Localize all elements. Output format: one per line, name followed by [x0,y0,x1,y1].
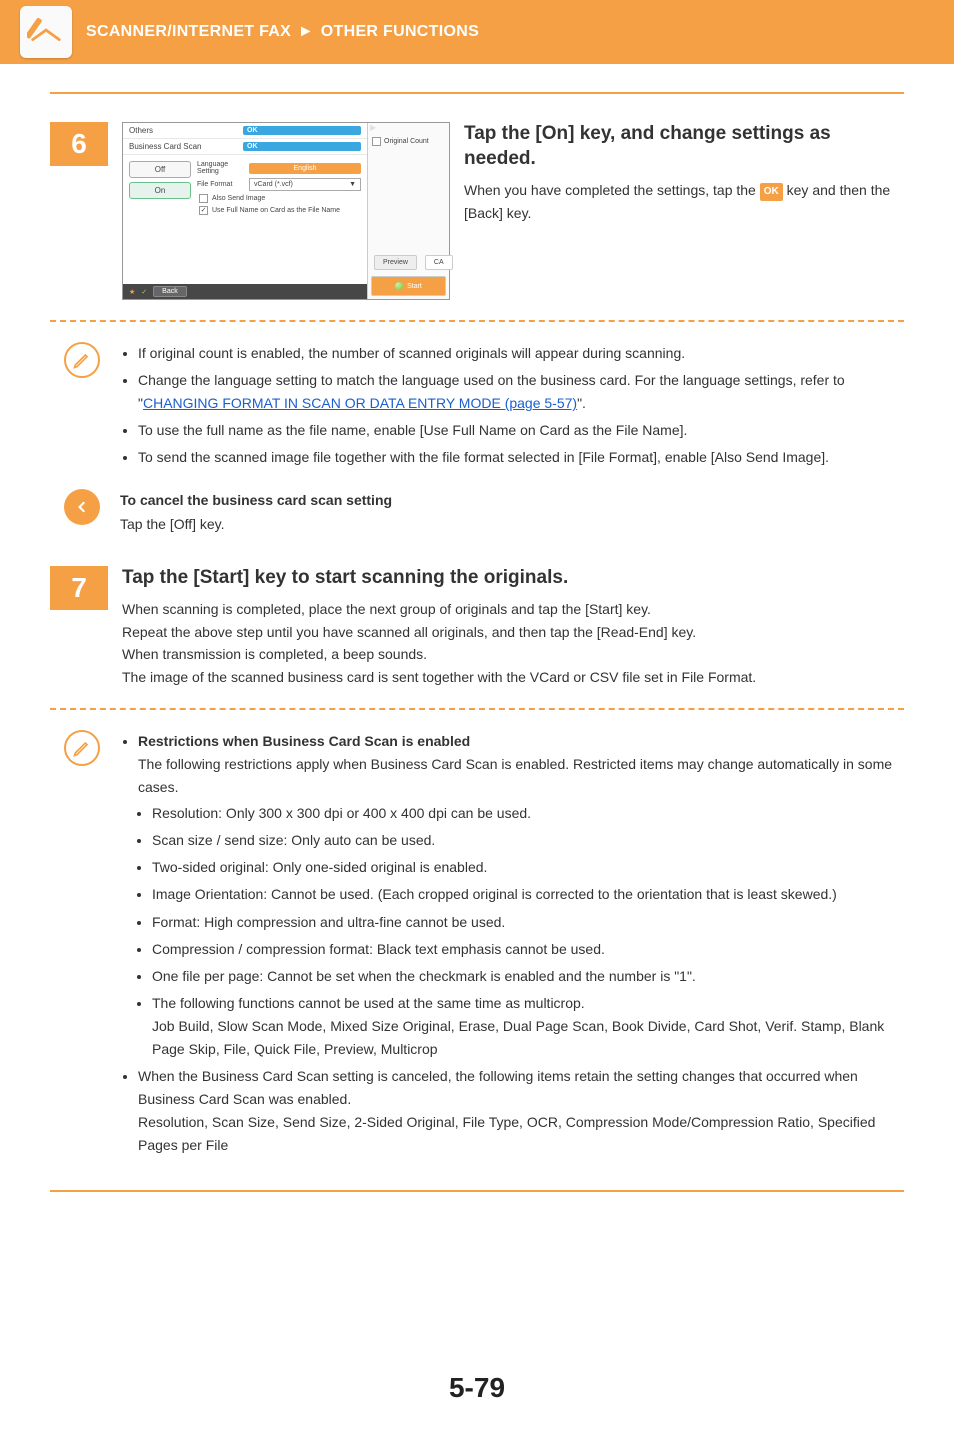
expand-arrow-icon[interactable]: ▶ [368,123,449,132]
step6-heading: Tap the [On] key, and change settings as… [464,122,904,171]
pencil-icon [64,730,100,766]
file-format-select[interactable]: vCard (*.vcf)▼ [249,178,361,191]
check-icon: ✓ [141,288,147,296]
note-item: To use the full name as the file name, e… [138,419,904,442]
ok-badge[interactable]: OK [243,126,361,135]
restriction-item: Scan size / send size: Only auto can be … [152,829,904,852]
step7-heading: Tap the [Start] key to start scanning th… [122,566,904,591]
preview-button[interactable]: Preview [374,255,417,270]
ok-badge-2[interactable]: OK [243,142,361,151]
pencil-icon [64,342,100,378]
step-number-6: 6 [50,122,108,166]
dashed-divider-2 [50,708,904,710]
also-send-image-label: Also Send Image [212,195,265,202]
breadcrumb-separator: ► [296,23,316,40]
start-button[interactable]: Start [371,276,446,296]
language-setting-button[interactable]: English [249,163,361,174]
note-item: Change the language setting to match the… [138,369,904,415]
step-6: 6 Others OK Business Card Scan OK Off On [50,122,904,300]
breadcrumb-right[interactable]: OTHER FUNCTIONS [321,23,479,40]
ca-button[interactable]: CA [425,255,453,270]
note-block-2: Restrictions when Business Card Scan is … [50,730,904,1162]
link-changing-format[interactable]: CHANGING FORMAT IN SCAN OR DATA ENTRY MO… [143,395,577,411]
restrictions-title: Restrictions when Business Card Scan is … [138,733,470,749]
restriction-item: One file per page: Cannot be set when th… [152,965,904,988]
restrictions-intro: The following restrictions apply when Bu… [138,753,904,799]
restrictions-block: Restrictions when Business Card Scan is … [138,730,904,1061]
star-icon[interactable]: ★ [129,288,135,296]
page-header: SCANNER/INTERNET FAX ► OTHER FUNCTIONS [0,0,954,64]
step7-body: When scanning is completed, place the ne… [122,598,904,688]
full-name-checkbox[interactable] [199,206,208,215]
cancel-note-body: Tap the [Off] key. [120,513,904,536]
ui-subtitle: Business Card Scan [129,142,239,151]
page-number: 5-79 [50,1372,904,1404]
language-setting-label: Language Setting [197,161,245,175]
screen-mock-step6: Others OK Business Card Scan OK Off On L… [122,122,450,300]
also-send-image-checkbox[interactable] [199,194,208,203]
restriction-item: Resolution: Only 300 x 300 dpi or 400 x … [152,802,904,825]
back-button[interactable]: Back [153,286,187,297]
dashed-divider [50,320,904,322]
note-item: If original count is enabled, the number… [138,342,904,365]
restriction-item: Image Orientation: Cannot be used. (Each… [152,883,904,906]
divider [50,92,904,94]
on-button[interactable]: On [129,182,191,199]
start-indicator-icon [395,282,403,290]
full-name-label: Use Full Name on Card as the File Name [212,207,340,214]
ui-title-others: Others [129,126,239,135]
original-count-checkbox[interactable] [372,137,381,146]
step6-body: When you have completed the settings, ta… [464,179,904,224]
original-count-label: Original Count [384,138,429,145]
back-arrow-icon [64,489,100,525]
restriction-item: Format: High compression and ultra-fine … [152,911,904,934]
divider-bottom [50,1190,904,1192]
off-button[interactable]: Off [129,161,191,178]
breadcrumb-left[interactable]: SCANNER/INTERNET FAX [86,23,291,40]
step-number-7: 7 [50,566,108,610]
cancel-note: To cancel the business card scan setting… [50,489,904,535]
restriction-item: The following functions cannot be used a… [152,992,904,1061]
file-format-label: File Format [197,181,245,188]
restriction-item: Two-sided original: Only one-sided origi… [152,856,904,879]
cancel-note-title: To cancel the business card scan setting [120,489,904,512]
retain-block: When the Business Card Scan setting is c… [138,1065,904,1157]
restriction-item: Compression / compression format: Black … [152,938,904,961]
ok-inline-icon: OK [760,183,783,201]
note-item: To send the scanned image file together … [138,446,904,469]
note-block-1: If original count is enabled, the number… [50,342,904,473]
chevron-down-icon: ▼ [349,181,356,188]
step-7: 7 Tap the [Start] key to start scanning … [50,566,904,688]
section-icon [20,6,72,58]
